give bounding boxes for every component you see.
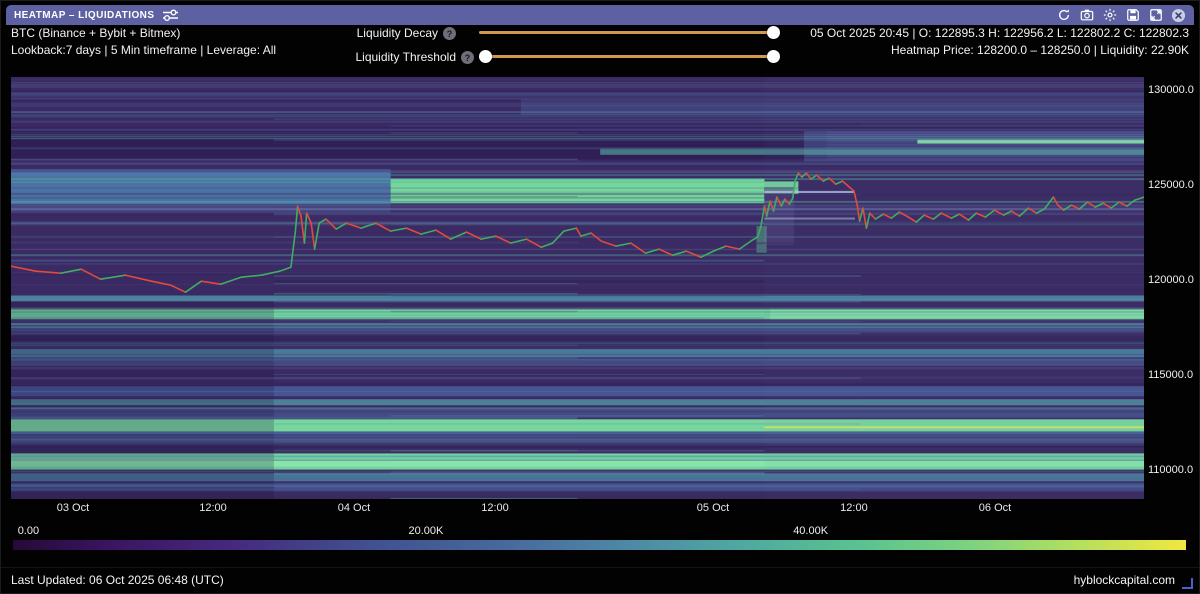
save-icon[interactable] xyxy=(1125,8,1140,23)
lookback-settings-label: Lookback:7 days | 5 Min timeframe | Leve… xyxy=(11,43,277,57)
x-axis-label: 04 Oct xyxy=(337,502,371,514)
x-axis-label: 06 Oct xyxy=(978,502,1012,514)
ohlc-readout: 05 Oct 2025 20:45 | O: 122895.3 H: 12295… xyxy=(810,26,1189,40)
window-title: HEATMAP – LIQUIDATIONS xyxy=(14,9,155,21)
window-titlebar: HEATMAP – LIQUIDATIONS xyxy=(6,5,1194,25)
y-axis-label: 130000.0 xyxy=(1148,84,1194,97)
site-link[interactable]: hyblockcapital.com xyxy=(1074,573,1175,587)
colorbar-label: 20.00K xyxy=(408,525,444,537)
liquidity-decay-slider[interactable] xyxy=(479,31,774,34)
x-axis-label: 05 Oct xyxy=(696,502,730,514)
expand-icon[interactable] xyxy=(1148,8,1163,23)
last-updated-label: Last Updated: 06 Oct 2025 06:48 (UTC) xyxy=(11,573,224,587)
colorbar-label: 40.00K xyxy=(793,525,829,537)
liquidity-decay-thumb[interactable] xyxy=(767,26,780,39)
colorbar-scale-labels: 0.00 20.00K 40.00K xyxy=(13,525,1186,538)
liquidity-decay-info-icon[interactable]: ? xyxy=(443,27,456,40)
liquidation-heatmap-window: HEATMAP – LIQUIDATIONS BTC (Binance + By… xyxy=(0,0,1200,594)
liquidity-decay-label: Liquidity Decay xyxy=(356,26,438,40)
x-axis-label: 12:00 xyxy=(199,502,227,514)
liquidity-threshold-info-icon[interactable]: ? xyxy=(461,51,474,64)
heatmap-price-readout: Heatmap Price: 128200.0 – 128250.0 | Liq… xyxy=(891,43,1189,57)
x-axis-label: 12:00 xyxy=(840,502,868,514)
heatmap-chart[interactable] xyxy=(10,77,1145,500)
x-axis-label: 03 Oct xyxy=(56,502,90,514)
refresh-icon[interactable] xyxy=(1056,8,1071,23)
settings-icon[interactable] xyxy=(1102,8,1117,23)
liquidity-threshold-thumb-min[interactable] xyxy=(479,50,492,63)
titlebar-action-icons xyxy=(1056,8,1186,23)
x-axis-label: 12:00 xyxy=(481,502,509,514)
resize-corner-icon[interactable] xyxy=(1182,578,1193,589)
y-axis-label: 120000.0 xyxy=(1148,274,1194,287)
y-axis-label: 125000.0 xyxy=(1148,179,1194,192)
instrument-label: BTC (Binance + Bybit + Bitmex) xyxy=(11,26,181,40)
price-axis: 130000.0 125000.0 120000.0 115000.0 110000.0 xyxy=(1148,77,1199,499)
colorbar-label: 0.00 xyxy=(17,525,40,537)
y-axis-label: 110000.0 xyxy=(1148,464,1194,477)
close-icon[interactable] xyxy=(1171,8,1186,23)
footer-divider xyxy=(1,567,1199,568)
liquidity-threshold-thumb-max[interactable] xyxy=(767,50,780,63)
liquidity-threshold-label: Liquidity Threshold xyxy=(355,50,456,64)
y-axis-label: 115000.0 xyxy=(1148,369,1194,382)
liquidity-colorbar xyxy=(13,540,1186,550)
liquidity-threshold-slider[interactable] xyxy=(485,55,774,58)
screenshot-icon[interactable] xyxy=(1079,8,1094,23)
tune-icon[interactable] xyxy=(162,9,179,21)
time-axis: 03 Oct 12:00 04 Oct 12:00 05 Oct 12:00 06 Oct xyxy=(11,502,1144,516)
